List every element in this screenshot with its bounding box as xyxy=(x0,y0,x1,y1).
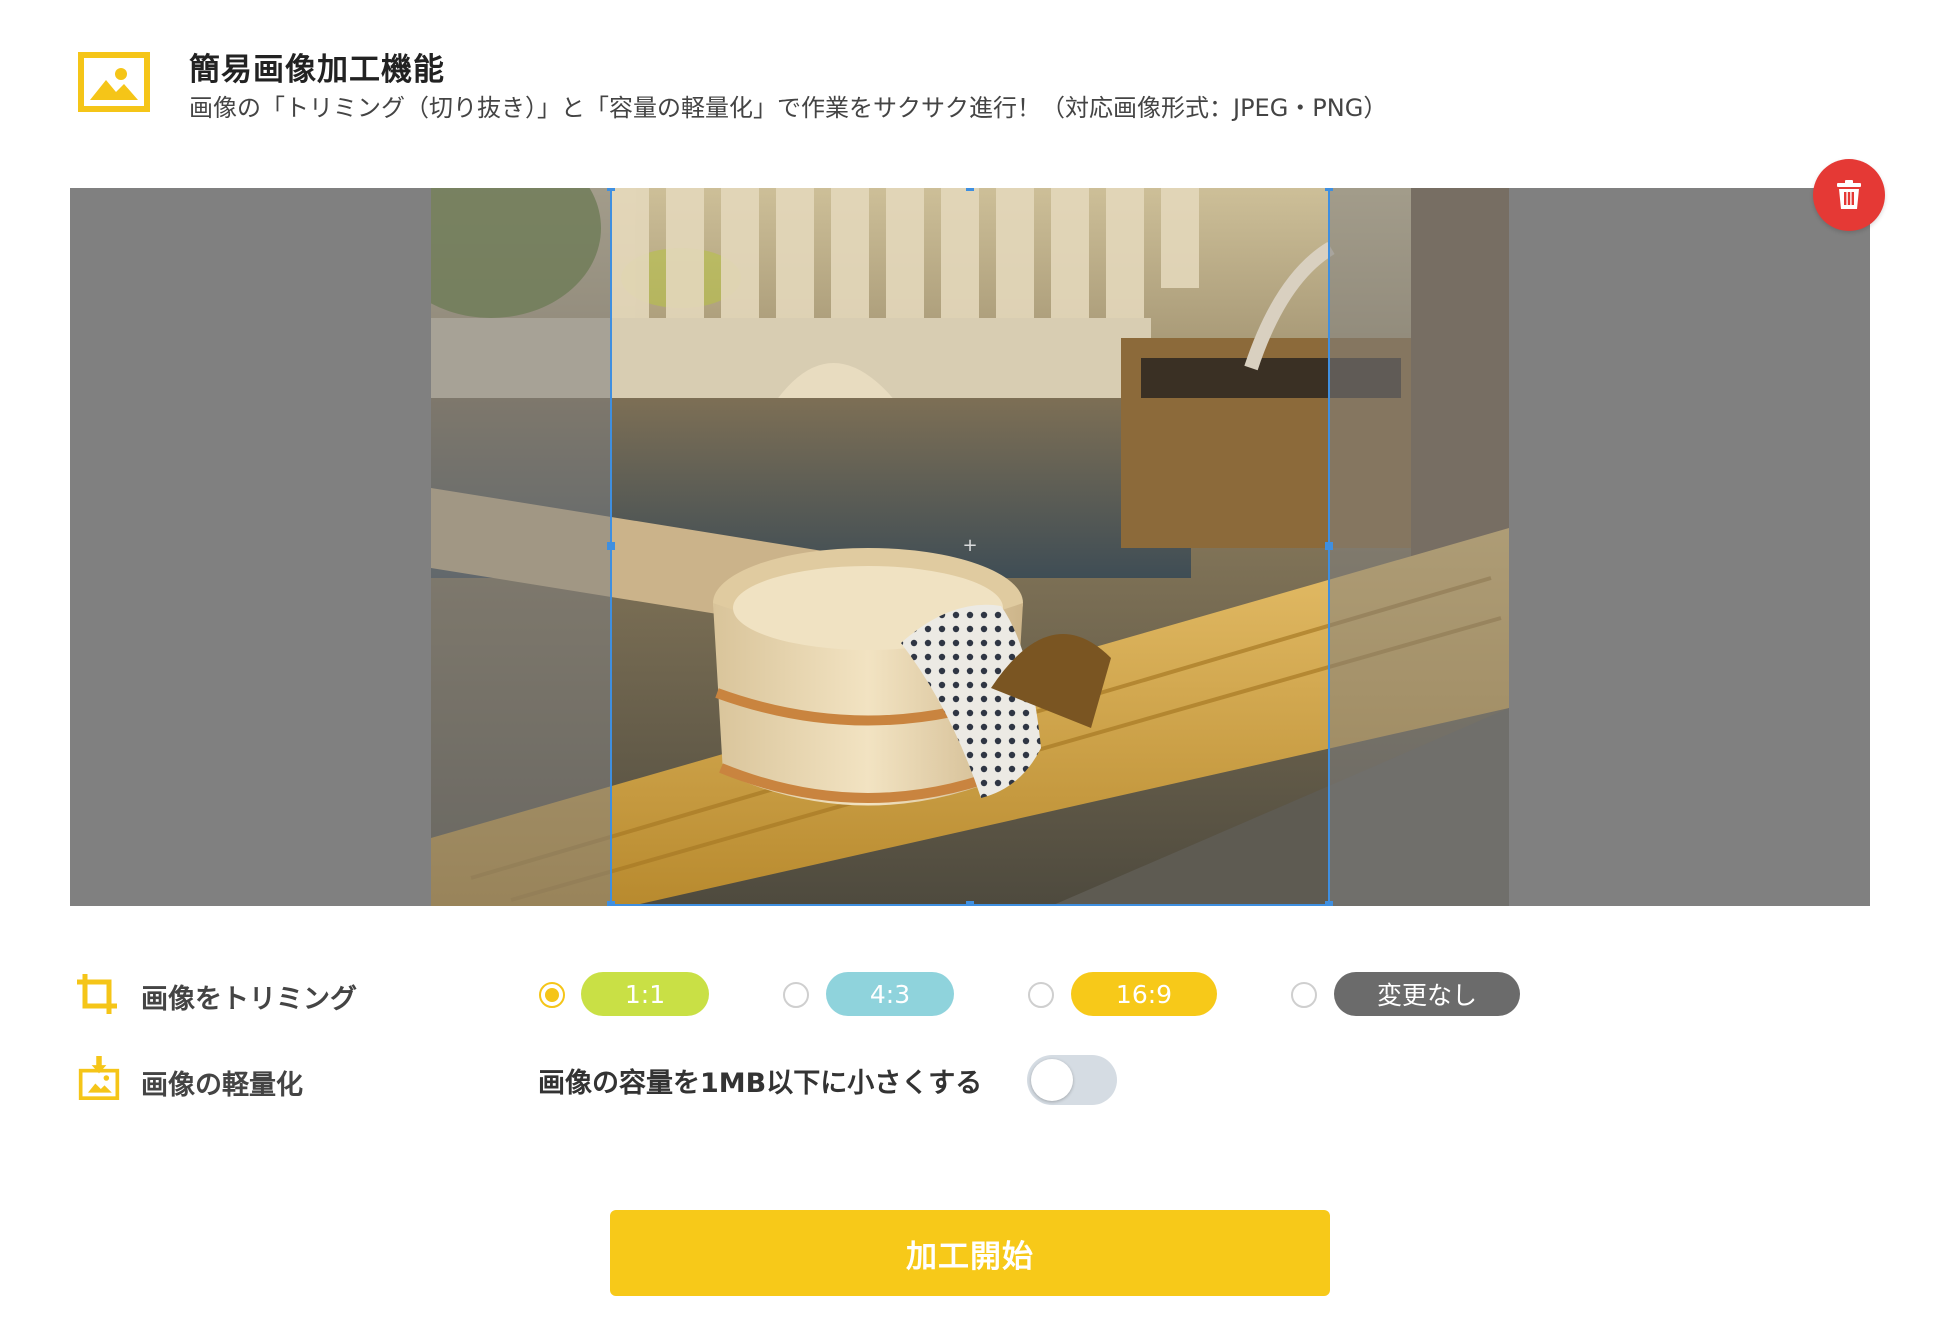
image-editor-canvas[interactable]: + xyxy=(70,188,1870,906)
crop-handle-bottom-right[interactable] xyxy=(1325,901,1333,906)
crop-mask-right xyxy=(1330,188,1509,906)
ratio-option-none[interactable]: 変更なし xyxy=(1334,972,1520,1016)
trim-label: 画像をトリミング xyxy=(141,984,357,1015)
crop-handle-top-left[interactable] xyxy=(607,188,615,191)
crop-handle-bottom-left[interactable] xyxy=(607,901,615,906)
toggle-knob xyxy=(1031,1059,1073,1101)
compress-label: 画像の軽量化 xyxy=(141,1070,303,1101)
crop-handle-top-right[interactable] xyxy=(1325,188,1333,191)
crop-mask-left xyxy=(431,188,610,906)
ratio-option-1-1[interactable]: 1:1 xyxy=(581,972,709,1016)
crop-handle-top[interactable] xyxy=(966,188,974,191)
crop-handle-right[interactable] xyxy=(1325,542,1333,550)
image-icon xyxy=(78,52,150,112)
compress-toggle[interactable] xyxy=(1027,1055,1117,1105)
trash-icon xyxy=(1837,180,1861,209)
crop-selection-box[interactable]: + xyxy=(607,188,1333,906)
delete-image-button[interactable] xyxy=(1813,159,1885,231)
radio-ratio-16-9[interactable] xyxy=(1028,982,1054,1008)
crop-handle-bottom[interactable] xyxy=(966,901,974,906)
ratio-option-16-9[interactable]: 16:9 xyxy=(1071,972,1217,1016)
crop-handle-left[interactable] xyxy=(607,542,615,550)
ratio-option-4-3[interactable]: 4:3 xyxy=(826,972,954,1016)
page-title: 簡易画像加工機能 xyxy=(189,52,445,88)
page-subtitle: 画像の「トリミング（切り抜き）」と「容量の軽量化」で作業をサクサク進行！（対応画… xyxy=(189,94,1388,122)
crop-center-crosshair-icon: + xyxy=(962,535,978,556)
radio-ratio-1-1[interactable] xyxy=(539,982,565,1008)
crop-icon xyxy=(77,974,117,1014)
radio-ratio-none[interactable] xyxy=(1291,982,1317,1008)
compress-toggle-label: 画像の容量を1MB以下に小さくする xyxy=(538,1068,983,1099)
image-download-icon xyxy=(78,1056,120,1100)
start-processing-button[interactable]: 加工開始 xyxy=(610,1210,1330,1296)
radio-ratio-4-3[interactable] xyxy=(783,982,809,1008)
